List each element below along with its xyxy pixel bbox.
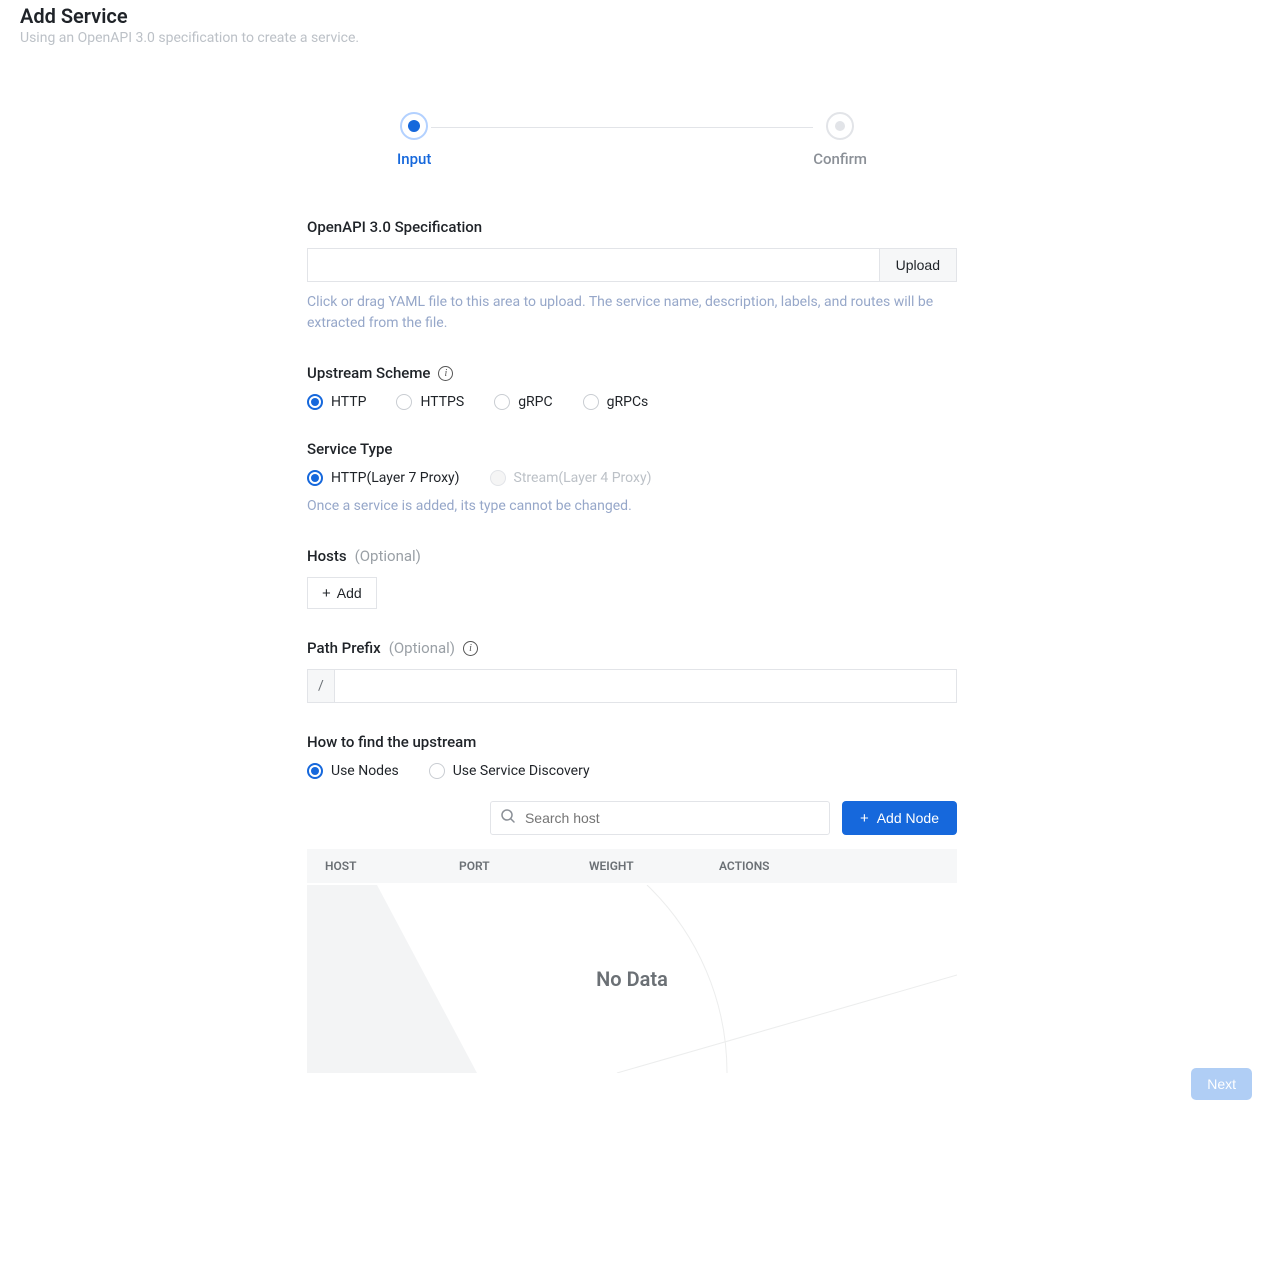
step-label-confirm: Confirm — [813, 150, 867, 168]
nodes-table-header: HOST PORT WEIGHT ACTIONS — [307, 849, 957, 883]
col-host: HOST — [325, 859, 459, 873]
service-type-label: Service Type — [307, 440, 957, 458]
page-title: Add Service — [20, 4, 1244, 28]
nodes-empty: No Data — [307, 885, 957, 1073]
radio-checked-icon — [307, 763, 323, 779]
step-connector — [431, 127, 813, 128]
upload-button[interactable]: Upload — [879, 248, 957, 282]
add-host-button[interactable]: + Add — [307, 577, 377, 609]
path-prefix-addon: / — [307, 669, 334, 703]
col-weight: WEIGHT — [589, 859, 719, 873]
openapi-input[interactable] — [307, 248, 879, 282]
radio-icon — [583, 394, 599, 410]
step-confirm[interactable]: Confirm — [813, 112, 867, 168]
info-icon[interactable]: i — [463, 641, 478, 656]
next-button[interactable]: Next — [1191, 1068, 1252, 1100]
service-type-help: Once a service is added, its type cannot… — [307, 496, 957, 517]
stepper: Input Confirm — [307, 112, 957, 168]
col-actions: ACTIONS — [719, 859, 939, 873]
radio-icon — [429, 763, 445, 779]
hosts-label: Hosts (Optional) — [307, 547, 957, 565]
upstream-use-nodes[interactable]: Use Nodes — [307, 763, 399, 779]
radio-icon — [494, 394, 510, 410]
path-prefix-label: Path Prefix (Optional) i — [307, 639, 957, 657]
search-icon — [500, 808, 516, 828]
upstream-scheme-label: Upstream Scheme i — [307, 364, 957, 382]
radio-checked-icon — [307, 394, 323, 410]
scheme-grpc[interactable]: gRPC — [494, 394, 552, 410]
scheme-grpcs[interactable]: gRPCs — [583, 394, 649, 410]
radio-icon — [396, 394, 412, 410]
step-circle-active-icon — [400, 112, 428, 140]
step-circle-inactive-icon — [826, 112, 854, 140]
nodata-text: No Data — [596, 967, 668, 991]
step-input[interactable]: Input — [397, 112, 431, 168]
page-subtitle: Using an OpenAPI 3.0 specification to cr… — [20, 30, 1244, 46]
service-type-stream: Stream(Layer 4 Proxy) — [490, 470, 652, 486]
path-prefix-input[interactable] — [334, 669, 957, 703]
radio-disabled-icon — [490, 470, 506, 486]
plus-icon: + — [860, 811, 869, 826]
col-port: PORT — [459, 859, 589, 873]
plus-icon: + — [322, 586, 331, 601]
scheme-https[interactable]: HTTPS — [396, 394, 464, 410]
scheme-http[interactable]: HTTP — [307, 394, 366, 410]
search-host-input[interactable] — [490, 801, 830, 835]
info-icon[interactable]: i — [438, 366, 453, 381]
openapi-help: Click or drag YAML file to this area to … — [307, 292, 957, 334]
add-node-button[interactable]: + Add Node — [842, 801, 957, 835]
service-type-http[interactable]: HTTP(Layer 7 Proxy) — [307, 470, 460, 486]
upstream-find-label: How to find the upstream — [307, 733, 957, 751]
page-header: Add Service Using an OpenAPI 3.0 specifi… — [0, 0, 1264, 52]
openapi-label: OpenAPI 3.0 Specification — [307, 218, 957, 236]
radio-checked-icon — [307, 470, 323, 486]
step-label-input: Input — [397, 150, 431, 168]
upstream-use-service-discovery[interactable]: Use Service Discovery — [429, 763, 590, 779]
